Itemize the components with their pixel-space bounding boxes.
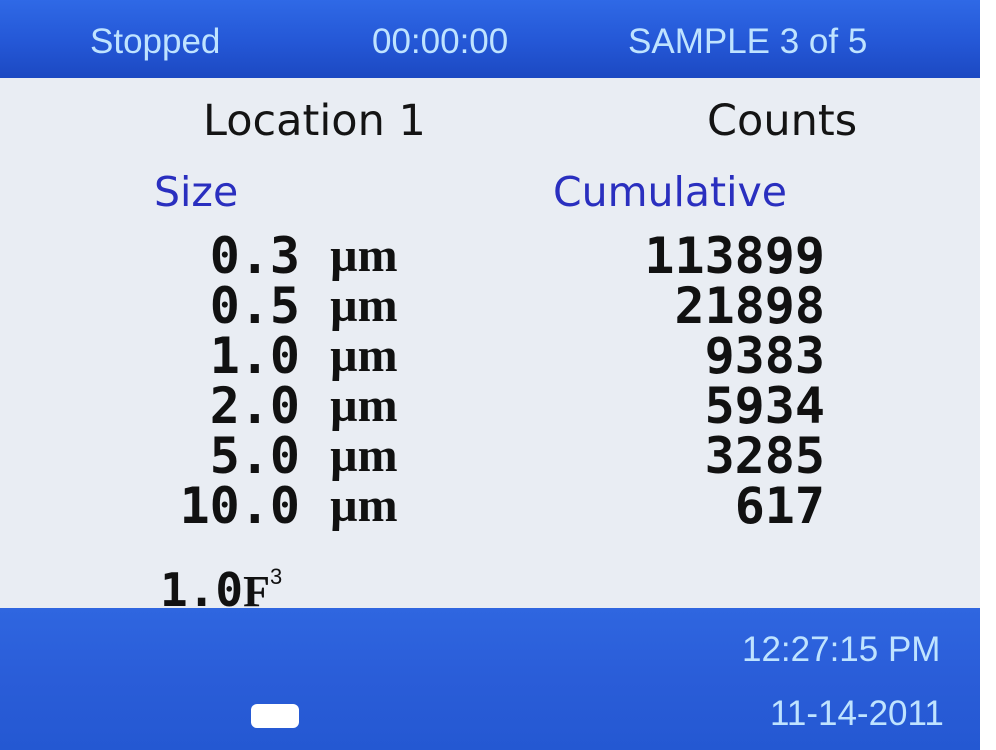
table-row: 1.0 µm 9383 <box>0 327 980 385</box>
status-bar: Stopped 00:00:00 SAMPLE 3 of 5 <box>0 0 980 78</box>
size-unit: µm <box>330 229 398 282</box>
screen-border <box>980 0 996 750</box>
table-row: 10.0 µm 617 <box>0 477 980 535</box>
elapsed-timer: 00:00:00 <box>372 22 509 61</box>
table-row: 0.3 µm 113899 <box>0 227 980 285</box>
run-status: Stopped <box>90 22 221 61</box>
clock-date: 11-14-2011 <box>770 694 944 733</box>
count-mode-label: Cumulative <box>553 168 788 216</box>
particle-count: 9383 <box>704 327 825 385</box>
table-row: 0.5 µm 21898 <box>0 277 980 335</box>
particle-size: 0.5 <box>209 277 300 335</box>
particle-count: 3285 <box>704 427 825 485</box>
counts-title: Counts <box>707 96 858 146</box>
particle-size: 1.0 <box>209 327 300 385</box>
table-row: 2.0 µm 5934 <box>0 377 980 435</box>
particle-count: 617 <box>734 477 825 535</box>
particle-size: 5.0 <box>209 427 300 485</box>
table-row: 5.0 µm 3285 <box>0 427 980 485</box>
results-panel: Location 1 Counts Size Cumulative 0.3 µm… <box>0 78 980 616</box>
size-unit: µm <box>330 429 398 482</box>
size-unit: µm <box>330 279 398 332</box>
particle-count: 113899 <box>644 227 825 285</box>
clock-time: 12:27:15 PM <box>742 630 941 669</box>
particle-size: 2.0 <box>209 377 300 435</box>
size-unit: µm <box>330 479 398 532</box>
size-column-label: Size <box>154 168 239 216</box>
sample-indicator: SAMPLE 3 of 5 <box>628 22 868 61</box>
particle-size: 0.3 <box>209 227 300 285</box>
particle-counter-screen: Stopped 00:00:00 SAMPLE 3 of 5 Location … <box>0 0 980 750</box>
particle-size: 10.0 <box>179 477 300 535</box>
footer-bar: 12:27:15 PM 11-14-2011 <box>0 608 980 750</box>
battery-icon <box>251 704 299 728</box>
size-unit: µm <box>330 379 398 432</box>
location-title: Location 1 <box>203 96 426 146</box>
sample-volume-exponent: 3 <box>269 564 283 589</box>
size-unit: µm <box>330 329 398 382</box>
particle-count: 21898 <box>674 277 825 335</box>
particle-count: 5934 <box>704 377 825 435</box>
